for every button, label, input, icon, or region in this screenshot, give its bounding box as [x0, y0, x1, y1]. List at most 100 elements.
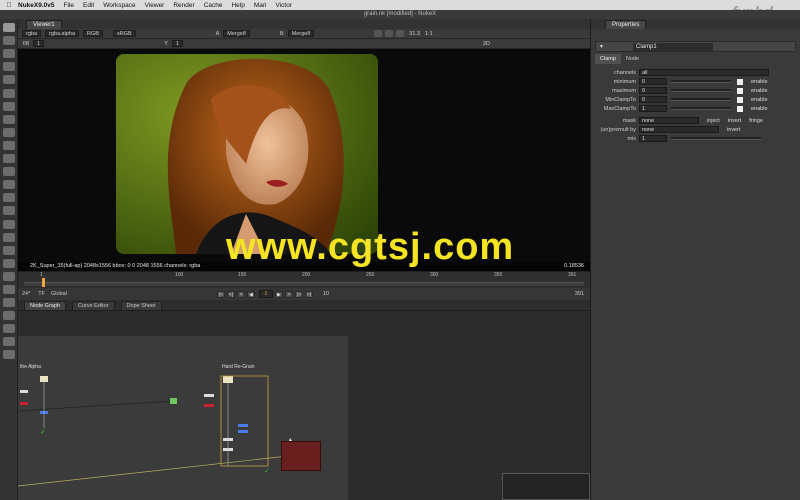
first-frame-button[interactable]: |<: [216, 290, 225, 298]
subtab-node[interactable]: Node: [621, 54, 644, 64]
node-name-field[interactable]: Clamp1: [633, 42, 714, 51]
menu-render[interactable]: Render: [173, 2, 194, 9]
settings-icon[interactable]: [385, 30, 394, 37]
node-copy[interactable]: [238, 430, 248, 433]
roi-icon[interactable]: [396, 30, 405, 37]
node-shuffle2[interactable]: [238, 424, 248, 427]
inject-checkbox[interactable]: inject: [707, 118, 720, 124]
tab-dope-sheet[interactable]: Dope Sheet: [120, 301, 162, 310]
maximum-slider[interactable]: [671, 89, 731, 92]
channels-dropdown[interactable]: rgba: [22, 30, 42, 37]
mix-field[interactable]: 1: [639, 135, 667, 142]
minimum-enable[interactable]: enable: [751, 79, 768, 85]
minclampto-slider[interactable]: [671, 98, 731, 101]
user-tool-icon[interactable]: [2, 258, 15, 268]
time-tool-icon[interactable]: [2, 49, 15, 59]
keyer-tool-icon[interactable]: [2, 101, 15, 111]
menu-help[interactable]: Help: [231, 2, 244, 9]
tab-properties[interactable]: Properties: [605, 20, 647, 29]
input-a-dropdown[interactable]: Merge8: [223, 30, 250, 37]
maximum-enable[interactable]: enable: [751, 88, 768, 94]
node-merge2[interactable]: [204, 404, 214, 407]
last-frame-button[interactable]: >|: [304, 290, 313, 298]
node-clamp[interactable]: [170, 398, 177, 404]
app-name[interactable]: NukeX9.0v5: [18, 2, 55, 9]
prev-keyframe-button[interactable]: <|: [226, 290, 235, 298]
subtab-clamp[interactable]: Clamp: [595, 54, 621, 64]
channel-tool-icon[interactable]: [2, 62, 15, 72]
node-graph-canvas[interactable]: the Alpha Hard Re-Grain ✓ ✓: [18, 336, 348, 500]
current-frame-field[interactable]: 1: [258, 290, 273, 298]
info-tool-icon[interactable]: [2, 311, 15, 321]
python-tool-icon[interactable]: [2, 284, 15, 294]
channels-dropdown[interactable]: all: [639, 69, 769, 76]
minimum-field[interactable]: 0: [639, 78, 667, 85]
node-read[interactable]: [40, 376, 48, 382]
metadata-tool-icon[interactable]: [2, 167, 15, 177]
menu-victor[interactable]: Victor: [276, 2, 293, 9]
minclampto-enable[interactable]: enable: [751, 97, 768, 103]
menu-edit[interactable]: Edit: [83, 2, 94, 9]
tab-node-graph[interactable]: Node Graph: [24, 301, 66, 310]
vc-tool-icon[interactable]: [2, 350, 15, 360]
transform-tool-icon[interactable]: [2, 127, 15, 137]
play-backward-button[interactable]: ◀: [246, 290, 255, 298]
minclampto-field[interactable]: 0: [639, 96, 667, 103]
color-tool-icon[interactable]: [2, 75, 15, 85]
mix-slider[interactable]: [671, 137, 761, 140]
draw-tool-icon[interactable]: [2, 36, 15, 46]
fps-field[interactable]: 24*: [22, 291, 30, 297]
merge-tool-icon[interactable]: [2, 114, 15, 124]
tab-viewer1[interactable]: Viewer1: [26, 20, 62, 29]
end-frame-field[interactable]: 391: [575, 291, 584, 297]
menu-mari[interactable]: Mari: [254, 2, 267, 9]
view-mode[interactable]: 2D: [483, 41, 490, 47]
maximum-field[interactable]: 0: [639, 87, 667, 94]
gain-field[interactable]: 1: [33, 40, 45, 47]
gamma-field[interactable]: 1: [171, 40, 183, 47]
maxclampto-slider[interactable]: [671, 107, 731, 110]
node-grade[interactable]: [20, 390, 28, 393]
ratio-value[interactable]: 1:1: [425, 31, 433, 37]
check-tool-icon[interactable]: [2, 298, 15, 308]
alpha-dropdown[interactable]: rgba.alpha: [45, 30, 80, 37]
play-forward-button[interactable]: ▶: [274, 290, 283, 298]
minimum-slider[interactable]: [671, 80, 731, 83]
premult-dropdown[interactable]: none: [639, 126, 719, 133]
fringe-checkbox[interactable]: fringe: [749, 118, 763, 124]
node-read2[interactable]: [223, 376, 233, 383]
script-tool-icon[interactable]: [2, 337, 15, 347]
navigator-minimap[interactable]: [502, 473, 590, 500]
scope-field[interactable]: Global: [51, 291, 67, 297]
maxclampto-field[interactable]: 1: [639, 105, 667, 112]
next-keyframe-button[interactable]: |>: [294, 290, 303, 298]
3d-tool-icon[interactable]: [2, 140, 15, 150]
deep-tool-icon[interactable]: [2, 193, 15, 203]
menu-cache[interactable]: Cache: [204, 2, 223, 9]
menu-workspace[interactable]: Workspace: [103, 2, 135, 9]
furnace-tool-icon[interactable]: [2, 232, 15, 242]
ofx-tool-icon[interactable]: [2, 245, 15, 255]
other-tool-icon[interactable]: [2, 219, 15, 229]
node-grade2[interactable]: [204, 394, 214, 397]
step-back-button[interactable]: <: [236, 290, 245, 298]
tf-field[interactable]: TF: [38, 291, 45, 297]
toolsets-tool-icon[interactable]: [2, 206, 15, 216]
mask-invert-checkbox[interactable]: invert: [728, 118, 741, 124]
colorspace-dropdown[interactable]: RGB: [83, 30, 103, 37]
gizmo-tool-icon[interactable]: [2, 271, 15, 281]
minclampto-swatch[interactable]: [737, 96, 743, 103]
step-field[interactable]: 10: [323, 291, 329, 297]
apple-icon[interactable]: : [0, 2, 18, 9]
timeline[interactable]: 1 100 150 200 250 300 350 391: [18, 271, 590, 288]
maxclampto-enable[interactable]: enable: [751, 106, 768, 112]
node-merge[interactable]: [20, 402, 28, 405]
premult-invert-checkbox[interactable]: invert: [727, 127, 740, 133]
zoom-value[interactable]: 31.3: [409, 31, 420, 37]
particles-tool-icon[interactable]: [2, 180, 15, 190]
sync-icon[interactable]: [374, 30, 383, 37]
backdrop-node-red[interactable]: [281, 441, 321, 471]
step-forward-button[interactable]: >: [284, 290, 293, 298]
link-tool-icon[interactable]: [2, 324, 15, 334]
filter-tool-icon[interactable]: [2, 88, 15, 98]
